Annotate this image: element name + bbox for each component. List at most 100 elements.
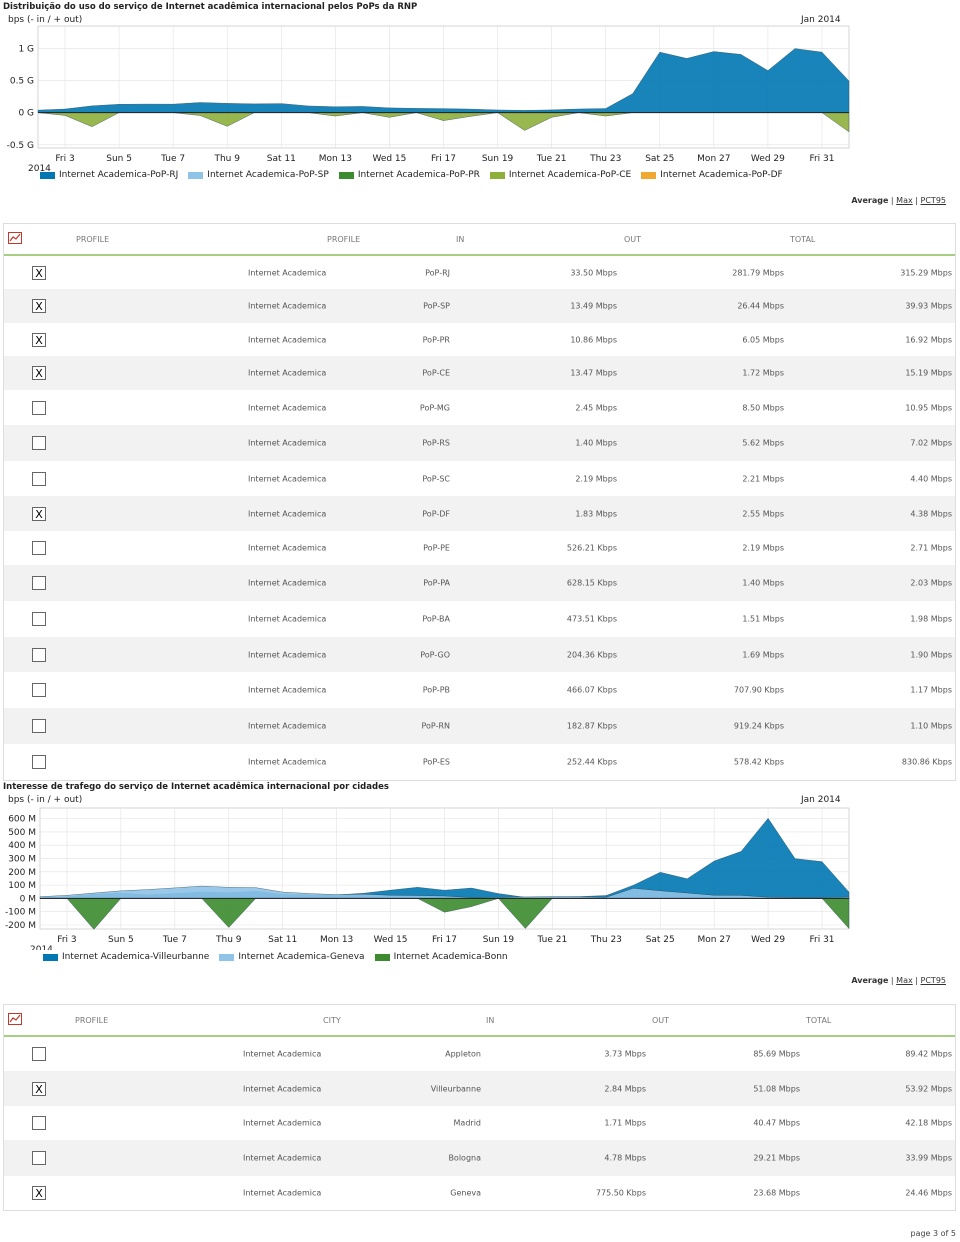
table-row[interactable]: Internet Academica PoP-ES 252.44 Kbps 578.4… <box>4 744 955 780</box>
header-total[interactable]: TOTAL <box>790 235 815 244</box>
legend-swatch <box>188 171 204 179</box>
table-row[interactable]: X Internet Academica PoP-DF 1.83 Mbps 2.55 M… <box>4 496 955 531</box>
row-checkbox[interactable] <box>32 1151 46 1165</box>
max-link[interactable]: Max <box>896 976 913 985</box>
cell-city: Geneva <box>450 1188 481 1198</box>
cell-in: 4.78 Mbps <box>604 1153 646 1163</box>
table-row[interactable]: X Internet Academica PoP-RJ 33.50 Mbps 281.7… <box>4 256 955 289</box>
y-tick-label: 0 M <box>20 894 36 904</box>
chart-toggle-icon[interactable] <box>8 232 22 244</box>
header-profile[interactable]: PROFILE <box>75 1016 108 1025</box>
cell-in: 775.50 Kbps <box>595 1188 646 1198</box>
y-tick-label: 400 M <box>8 841 36 851</box>
x-tick-label: Thu 23 <box>590 935 622 945</box>
row-checkbox[interactable] <box>32 1116 46 1130</box>
cell-total: 89.42 Mbps <box>905 1049 952 1059</box>
row-checkbox[interactable]: X <box>32 1186 46 1200</box>
legend-item[interactable]: Internet Academica-Geneva <box>219 952 365 962</box>
table-row[interactable]: Internet Academica Bologna 4.78 Mbps 29.21 … <box>4 1140 955 1176</box>
row-checkbox[interactable] <box>32 683 46 697</box>
chart2-legend: Internet Academica-Villeurbanne Internet … <box>43 952 508 962</box>
table-row[interactable]: X Internet Academica PoP-CE 13.47 Mbps 1.72 … <box>4 356 955 390</box>
row-checkbox[interactable] <box>32 755 46 769</box>
x-tick-label: Thu 9 <box>215 935 242 945</box>
table-row[interactable]: Internet Academica PoP-SC 2.19 Mbps 2.21 Mb… <box>4 461 955 496</box>
table-row[interactable]: Internet Academica PoP-GO 204.36 Kbps 1.69 … <box>4 637 955 672</box>
y-axis-label: bps (- in / + out) <box>8 15 82 25</box>
row-checkbox[interactable] <box>32 436 46 450</box>
row-checkbox[interactable] <box>32 576 46 590</box>
row-checkbox[interactable] <box>32 647 46 662</box>
cell-out: 6.05 Mbps <box>742 335 784 344</box>
legend-item[interactable]: Internet Academica-PoP-DF <box>641 170 783 180</box>
row-checkbox[interactable] <box>32 612 46 626</box>
table-row[interactable]: Internet Academica PoP-PB 466.07 Kbps 707.9… <box>4 672 955 708</box>
cell-total: 15.19 Mbps <box>905 368 952 378</box>
legend-item[interactable]: Internet Academica-PoP-SP <box>188 170 329 180</box>
table-row[interactable]: X Internet Academica Villeurbanne 2.84 Mbps… <box>4 1071 955 1106</box>
cell-in: 33.50 Mbps <box>570 268 617 277</box>
table-row[interactable]: Internet Academica Appleton 3.73 Mbps 85.69… <box>4 1037 955 1071</box>
table-row[interactable]: Internet Academica PoP-RS 1.40 Mbps 5.62 Mb… <box>4 425 955 461</box>
row-checkbox[interactable]: X <box>32 1081 46 1096</box>
table-row[interactable]: Internet Academica Madrid 1.71 Mbps 40.47 M… <box>4 1106 955 1140</box>
header-out[interactable]: OUT <box>652 1016 669 1025</box>
row-checkbox[interactable]: X <box>32 366 46 380</box>
max-link[interactable]: Max <box>896 196 913 205</box>
pop-table: PROFILE PROFILE IN OUT TOTAL X Internet A… <box>3 223 956 781</box>
header-total[interactable]: TOTAL <box>806 1016 831 1025</box>
header-in[interactable]: IN <box>486 1016 494 1025</box>
cell-out: 2.21 Mbps <box>742 474 784 483</box>
cell-profile: Internet Academica <box>248 721 327 731</box>
table-row[interactable]: Internet Academica PoP-PE 526.21 Kbps 2.19 … <box>4 531 955 565</box>
header-profile2[interactable]: PROFILE <box>327 235 360 244</box>
table-row[interactable]: Internet Academica PoP-BA 473.51 Kbps 1.51 … <box>4 601 955 637</box>
cell-in: 1.71 Mbps <box>604 1118 646 1128</box>
row-checkbox[interactable] <box>32 541 46 555</box>
row-checkbox[interactable] <box>32 471 46 486</box>
pct95-link[interactable]: PCT95 <box>921 196 946 205</box>
header-out[interactable]: OUT <box>624 235 641 244</box>
row-checkbox[interactable]: X <box>32 506 46 521</box>
legend-item[interactable]: Internet Academica-Bonn <box>374 952 508 962</box>
row-checkbox[interactable]: X <box>32 299 46 313</box>
cell-profile: Internet Academica <box>248 403 327 412</box>
table-row[interactable]: X Internet Academica Geneva 775.50 Kbps 23.6… <box>4 1176 955 1210</box>
row-checkbox[interactable] <box>32 719 46 733</box>
cell-in: 2.84 Mbps <box>604 1084 646 1093</box>
cell-pop: PoP-GO <box>420 650 450 659</box>
cell-out: 1.69 Mbps <box>742 650 784 659</box>
average-label[interactable]: Average <box>851 976 888 985</box>
cell-pop: PoP-MG <box>419 403 450 412</box>
cell-profile: Internet Academica <box>248 438 327 448</box>
cell-profile: Internet Academica <box>248 474 327 483</box>
header-city[interactable]: CITY <box>323 1016 341 1025</box>
chart-toggle-icon[interactable] <box>8 1013 22 1025</box>
average-label[interactable]: Average <box>851 196 888 205</box>
cell-pop: PoP-SP <box>423 301 450 311</box>
legend-item[interactable]: Internet Academica-PoP-CE <box>489 170 631 180</box>
cell-profile: Internet Academica <box>243 1153 322 1163</box>
cell-out: 578.42 Kbps <box>733 757 784 767</box>
x-tick-label: Sun 5 <box>106 154 132 164</box>
table-row[interactable]: X Internet Academica PoP-PR 10.86 Mbps 6.05 … <box>4 323 955 356</box>
row-checkbox[interactable]: X <box>32 265 46 280</box>
table-row[interactable]: Internet Academica PoP-RN 182.87 Kbps 919.2… <box>4 708 955 744</box>
header-in[interactable]: IN <box>456 235 464 244</box>
x-tick-label: Wed 29 <box>751 154 785 164</box>
row-checkbox[interactable]: X <box>32 332 46 347</box>
table-row[interactable]: Internet Academica PoP-PA 628.15 Kbps 1.40 … <box>4 565 955 601</box>
cell-total: 53.92 Mbps <box>905 1084 952 1093</box>
cell-out: 1.72 Mbps <box>742 368 784 378</box>
cell-pop: PoP-ES <box>422 757 450 767</box>
legend-item[interactable]: Internet Academica-Villeurbanne <box>43 952 209 962</box>
row-checkbox[interactable] <box>32 1047 46 1061</box>
row-checkbox[interactable] <box>32 400 46 415</box>
cell-total: 16.92 Mbps <box>905 335 952 344</box>
table-row[interactable]: X Internet Academica PoP-SP 13.49 Mbps 26.44… <box>4 289 955 323</box>
pct95-link[interactable]: PCT95 <box>921 976 946 985</box>
legend-item[interactable]: Internet Academica-PoP-RJ <box>40 170 178 180</box>
header-profile[interactable]: PROFILE <box>76 235 109 244</box>
table-row[interactable]: Internet Academica PoP-MG 2.45 Mbps 8.50 Mb… <box>4 390 955 425</box>
legend-item[interactable]: Internet Academica-PoP-PR <box>338 170 480 180</box>
